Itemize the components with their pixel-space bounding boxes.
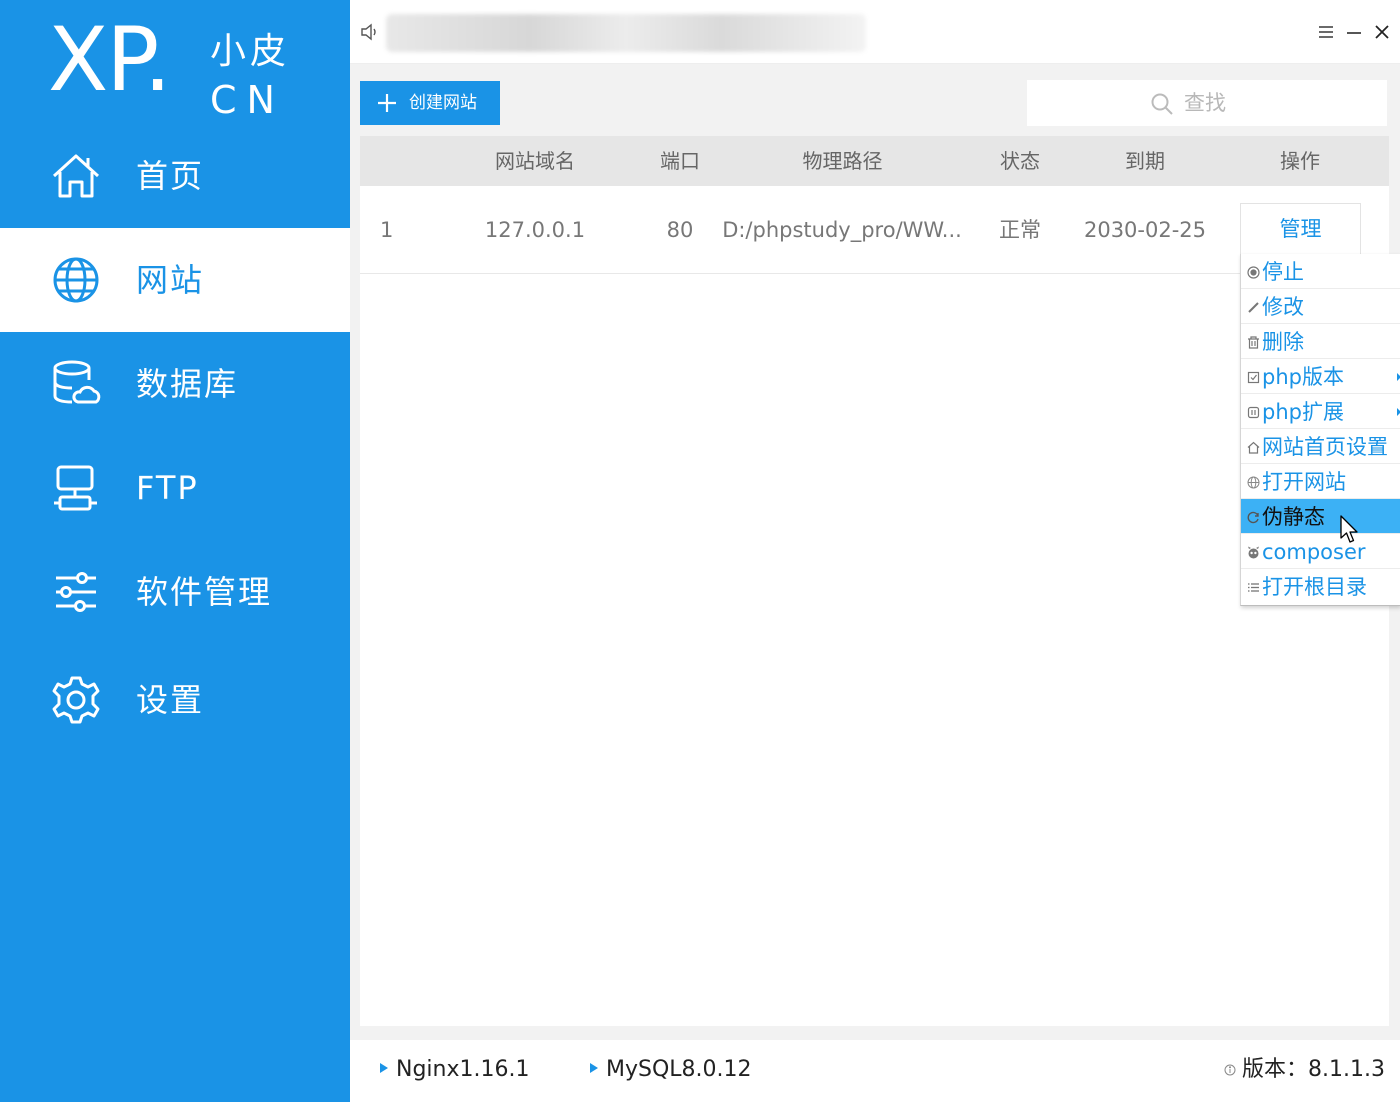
menu-item-php-extension[interactable]: php扩展 (1241, 394, 1400, 429)
trash-icon (1248, 336, 1259, 349)
row-port: 80 (666, 218, 694, 242)
sidebar-item-ftp[interactable]: FTP (0, 436, 350, 540)
table-row[interactable]: 1 127.0.0.1 80 D:/phpstudy_pro/WW... 正常 … (360, 186, 1389, 274)
nginx-label: Nginx1.16.1 (396, 1057, 530, 1082)
mysql-status[interactable]: MySQL8.0.12 (590, 1057, 752, 1083)
menu-item-label: php扩展 (1262, 400, 1344, 424)
menu-item-composer[interactable]: composer (1241, 534, 1400, 569)
row-index: 1 (380, 218, 394, 242)
php-version-icon (1247, 371, 1260, 384)
close-icon[interactable] (1373, 22, 1391, 42)
row-expire: 2030-02-25 (1083, 218, 1207, 242)
sidebar-item-home[interactable]: 首页 (0, 124, 350, 228)
gear-icon (52, 676, 100, 724)
manage-dropdown-menu: 停止 修改 删除 php版本 php扩展 网站首页设置 打开网站 伪静态 com… (1240, 254, 1400, 606)
globe-icon (53, 257, 99, 303)
menu-item-label: 修改 (1262, 295, 1304, 319)
sidebar-item-label: 软件管理 (136, 573, 273, 611)
mysql-label: MySQL8.0.12 (606, 1057, 752, 1082)
manage-button[interactable]: 管理 (1240, 203, 1361, 255)
menu-icon[interactable] (1317, 22, 1335, 42)
menu-item-label: 打开网站 (1262, 470, 1346, 494)
version-label: 版本： (1242, 1057, 1309, 1082)
sidebar-item-software[interactable]: 软件管理 (0, 540, 350, 644)
blurred-announcement (386, 14, 866, 52)
speaker-icon[interactable] (360, 22, 378, 42)
title-bar (350, 0, 1400, 64)
menu-item-label: 伪静态 (1262, 505, 1325, 529)
logo: XP. 小皮 CN (48, 10, 308, 121)
home-icon (1247, 441, 1260, 454)
rewrite-icon (1247, 511, 1259, 524)
ftp-server-icon (54, 465, 97, 511)
menu-item-label: 网站首页设置 (1262, 435, 1388, 459)
sidebar-item-settings[interactable]: 设置 (0, 648, 350, 752)
logo-text: XP. (48, 8, 172, 111)
menu-item-rewrite[interactable]: 伪静态 (1241, 499, 1400, 534)
menu-item-label: 删除 (1262, 330, 1304, 354)
home-icon (52, 154, 100, 198)
sidebar: XP. 小皮 CN 首页 网站 数据库 FTP 软件管理 设置 (0, 0, 350, 1102)
row-status: 正常 (999, 218, 1041, 242)
menu-item-stop[interactable]: 停止 (1241, 254, 1400, 289)
column-header-status: 状态 (1000, 149, 1040, 173)
column-header-action: 操作 (1280, 149, 1320, 173)
menu-item-php-version[interactable]: php版本 (1241, 359, 1400, 394)
minimize-icon[interactable] (1345, 22, 1363, 42)
stop-icon (1247, 266, 1260, 279)
version-number: 8.1.1.3 (1308, 1057, 1385, 1082)
sidebar-item-label: 首页 (136, 157, 205, 195)
logo-domain-text: CN (210, 78, 285, 122)
column-header-expire: 到期 (1125, 149, 1165, 173)
sliders-icon (56, 572, 96, 612)
column-header-domain: 网站域名 (495, 149, 575, 173)
composer-icon (1248, 546, 1259, 559)
play-icon (590, 1063, 598, 1073)
globe-icon (1247, 476, 1260, 489)
menu-item-label: 打开根目录 (1262, 575, 1367, 599)
search-icon (1151, 93, 1173, 115)
logo-cn-text: 小皮 (210, 31, 291, 72)
menu-item-label: php版本 (1262, 365, 1344, 389)
sidebar-item-label: 设置 (136, 681, 205, 719)
play-icon (380, 1063, 388, 1073)
database-icon (53, 360, 101, 404)
row-path: D:/phpstudy_pro/WW... (722, 218, 962, 242)
sidebar-item-website[interactable]: 网站 (0, 228, 350, 332)
column-header-path: 物理路径 (802, 149, 883, 173)
status-bar: Nginx1.16.1 MySQL8.0.12 版本：8.1.1.3 (350, 1040, 1400, 1102)
info-icon (1224, 1064, 1236, 1076)
version-info: 版本：8.1.1.3 (1224, 1057, 1385, 1083)
nginx-status[interactable]: Nginx1.16.1 (380, 1057, 529, 1083)
menu-item-delete[interactable]: 删除 (1241, 324, 1400, 359)
php-extension-icon (1247, 406, 1260, 419)
menu-item-open-root-directory[interactable]: 打开根目录 (1241, 569, 1400, 604)
search-placeholder: 查找 (1184, 91, 1226, 115)
sidebar-item-label: 网站 (136, 261, 205, 299)
menu-item-homepage-settings[interactable]: 网站首页设置 (1241, 429, 1400, 464)
row-domain: 127.0.0.1 (484, 218, 586, 242)
table-header: 网站域名 端口 物理路径 状态 到期 操作 (360, 136, 1389, 186)
plus-icon (378, 94, 396, 112)
website-table: 网站域名 端口 物理路径 状态 到期 操作 1 127.0.0.1 80 D:/… (360, 136, 1389, 1026)
list-icon (1248, 583, 1259, 592)
menu-item-open-website[interactable]: 打开网站 (1241, 464, 1400, 499)
column-header-port: 端口 (660, 149, 700, 173)
sidebar-item-label: 数据库 (136, 365, 239, 403)
sidebar-item-label: FTP (136, 469, 199, 507)
menu-item-label: 停止 (1262, 260, 1304, 284)
search-input[interactable]: 查找 (1027, 80, 1387, 126)
create-website-label: 创建网站 (409, 93, 477, 112)
menu-item-edit[interactable]: 修改 (1241, 289, 1400, 324)
pencil-icon (1248, 302, 1259, 313)
sidebar-item-database[interactable]: 数据库 (0, 332, 350, 436)
mouse-cursor-icon (1340, 515, 1358, 543)
create-website-button[interactable]: 创建网站 (360, 81, 500, 125)
